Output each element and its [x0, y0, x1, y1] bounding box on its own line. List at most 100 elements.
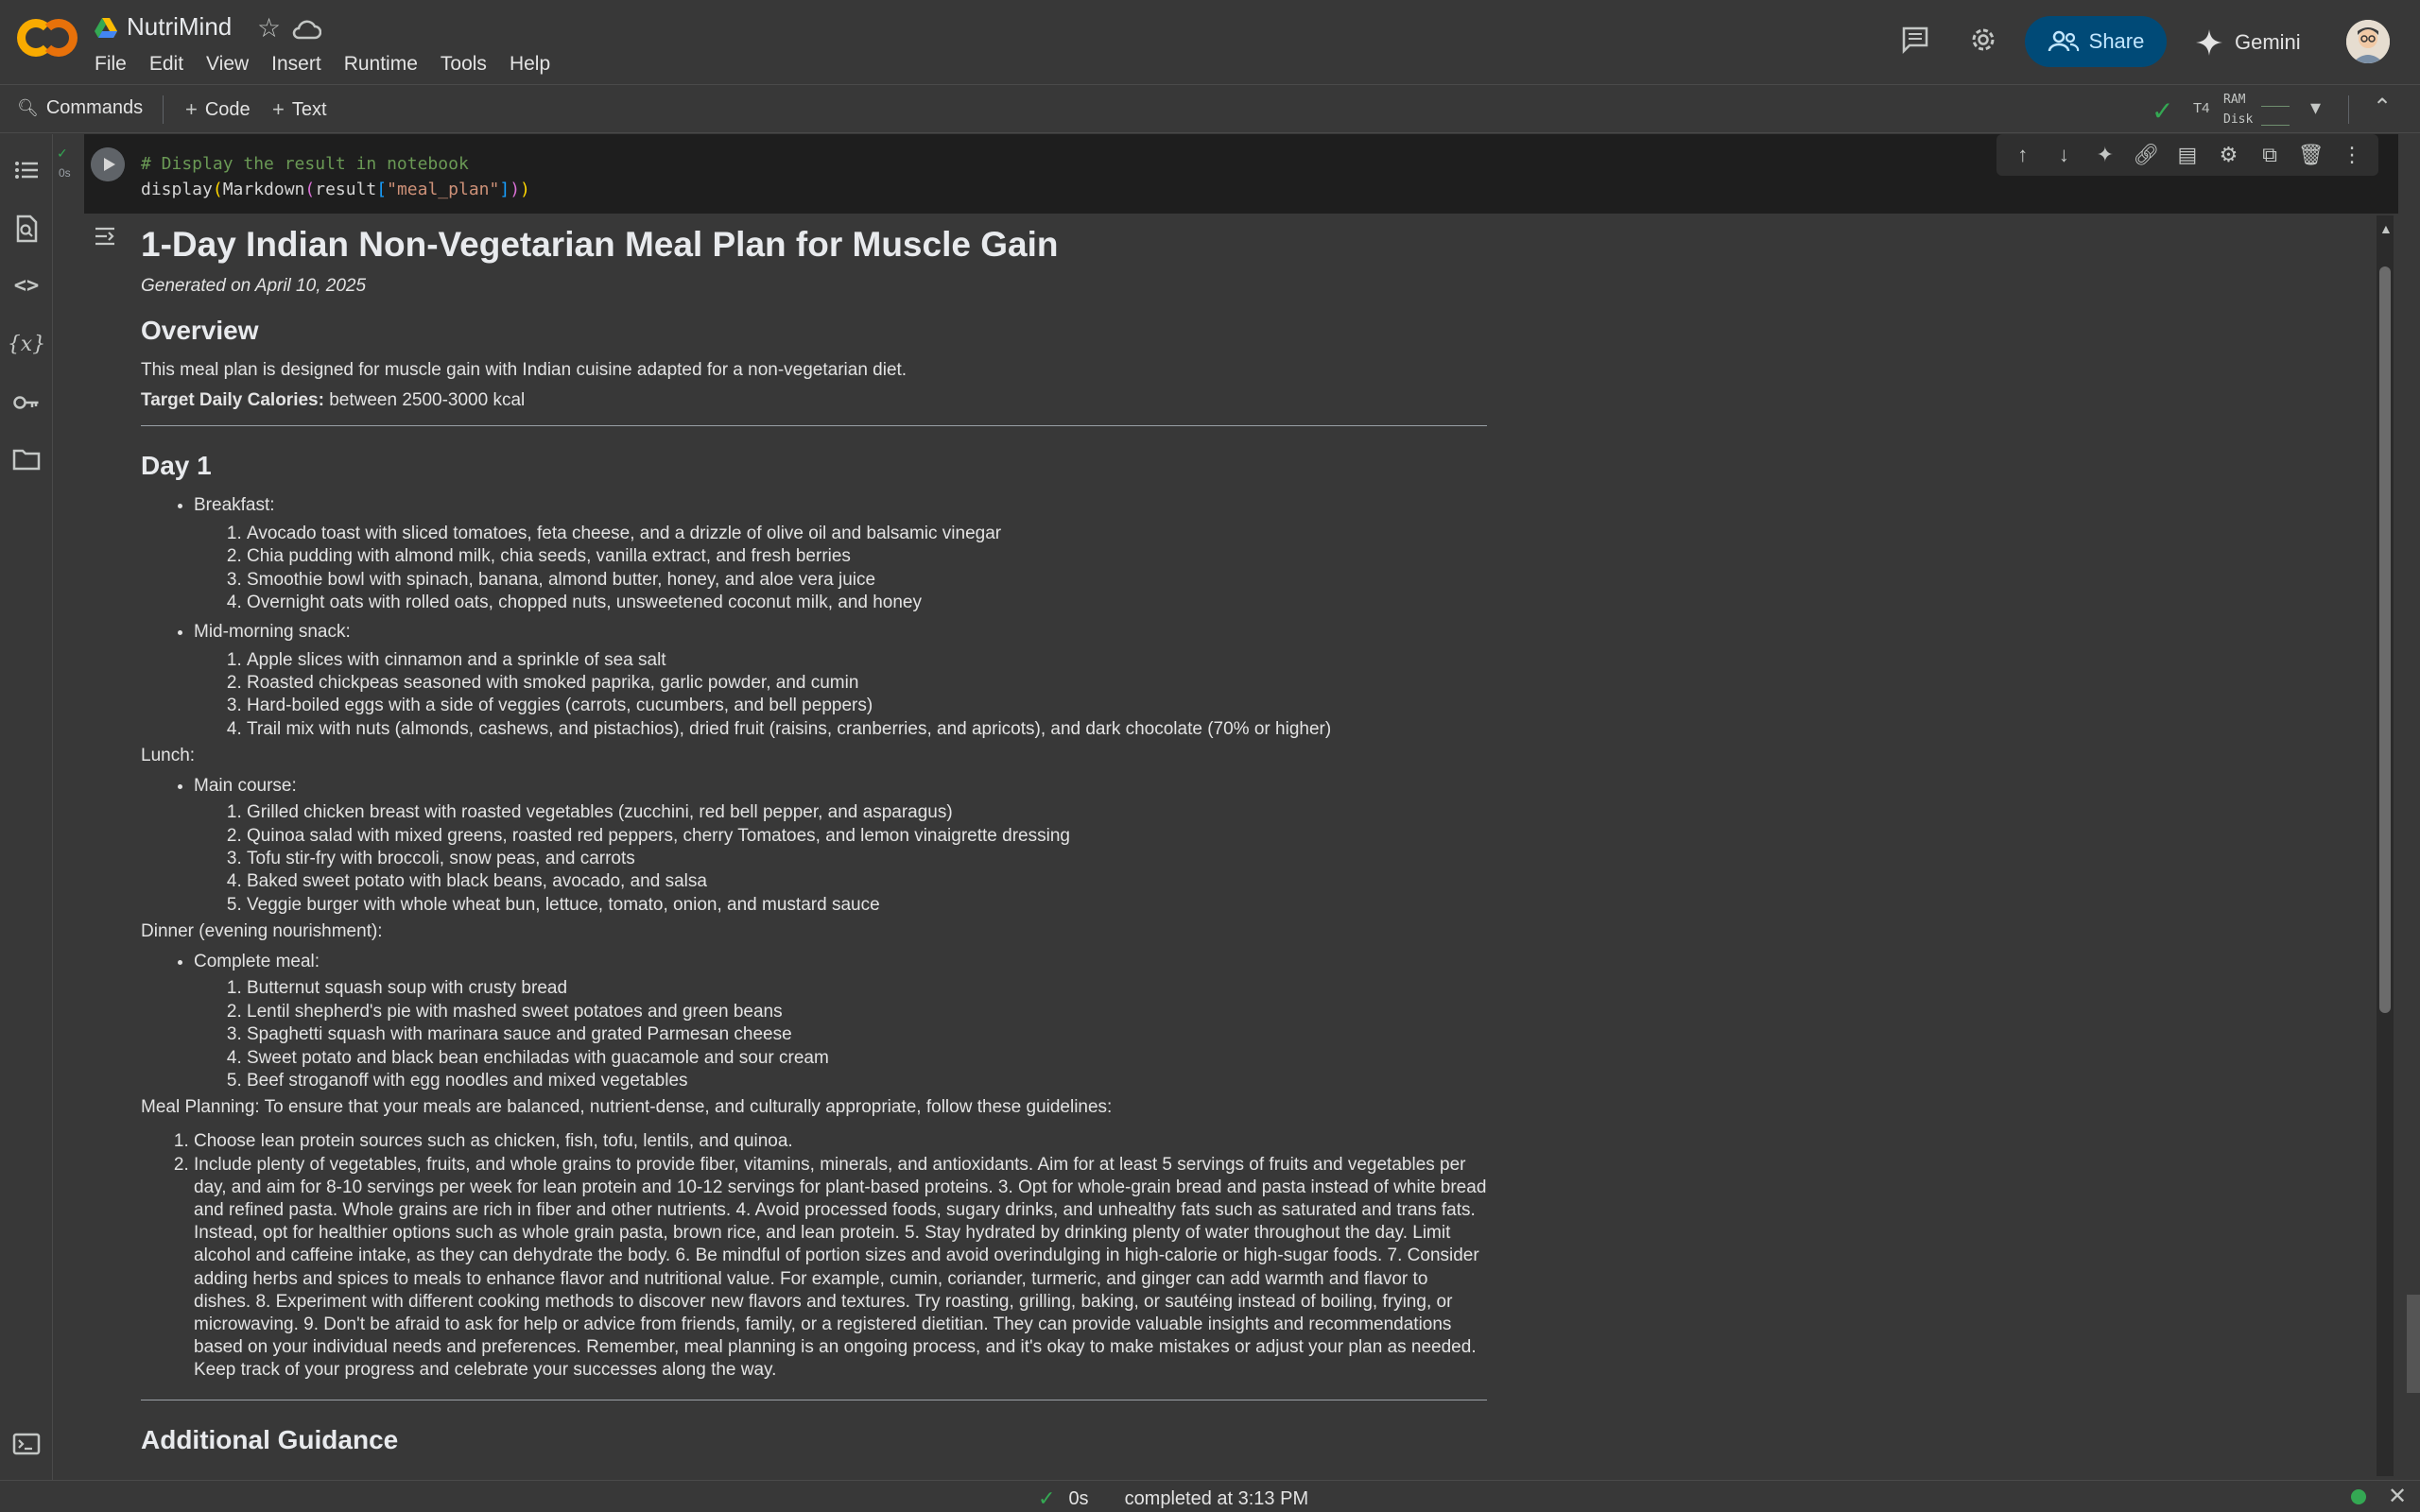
list-item: Choose lean protein sources such as chic…: [194, 1130, 1487, 1153]
comment-icon[interactable]: ▤: [2170, 143, 2204, 167]
output-actions-icon[interactable]: [92, 223, 118, 249]
list-item: Apple slices with cinnamon and a sprinkl…: [247, 649, 1487, 672]
commands-button[interactable]: 🔍︎ Commands: [17, 97, 143, 119]
list-item: Hard-boiled eggs with a side of veggies …: [247, 695, 1487, 717]
dinner-list: Butternut squash soup with crusty bread …: [194, 977, 1487, 1092]
commands-label: Commands: [45, 97, 144, 118]
lunch-label: Lunch:: [141, 746, 196, 766]
list-item: Beef stroganoff with egg noodles and mix…: [247, 1070, 1487, 1092]
list-item: Trail mix with nuts (almonds, cashews, a…: [247, 718, 1487, 741]
comments-icon[interactable]: [1896, 21, 1934, 59]
notebook-toolbar: 🔍︎ Commands + Code + Text ✓ T4 RAM Disk …: [0, 86, 2420, 133]
star-icon[interactable]: ☆: [257, 13, 281, 43]
share-button[interactable]: Share: [2025, 16, 2167, 67]
list-item: Spaghetti squash with marinara sauce and…: [247, 1023, 1487, 1046]
list-item: Grilled chicken breast with roasted vege…: [247, 801, 1487, 824]
success-check-icon: ✓: [1038, 1486, 1056, 1510]
list-item: Smoothie bowl with spinach, banana, almo…: [247, 569, 1487, 592]
list-item: Sweet potato and black bean enchiladas w…: [247, 1047, 1487, 1070]
move-down-icon[interactable]: ↓: [2047, 143, 2081, 167]
move-up-icon[interactable]: ↑: [2006, 143, 2040, 167]
list-item: Veggie burger with whole wheat bun, lett…: [247, 894, 1487, 917]
list-item: Butternut squash soup with crusty bread: [247, 977, 1487, 1000]
table-of-contents-icon[interactable]: [11, 155, 42, 185]
dinner-section: Complete meal: Butternut squash soup wit…: [141, 947, 1487, 1092]
files-folder-icon[interactable]: [11, 444, 42, 474]
link-icon[interactable]: 🔗︎: [2129, 143, 2163, 167]
notebook-title[interactable]: NutriMind: [127, 12, 232, 42]
list-item: Include plenty of vegetables, fruits, an…: [194, 1154, 1487, 1383]
runtime-type[interactable]: T4: [2193, 100, 2210, 116]
complete-meal-label: Complete meal:: [194, 952, 320, 972]
secrets-key-icon[interactable]: [11, 387, 42, 418]
main-course-label: Main course:: [194, 776, 297, 797]
user-avatar-icon: [2346, 20, 2390, 63]
page-scroll-indicator[interactable]: [2407, 1295, 2420, 1393]
more-vert-icon[interactable]: ⋮: [2335, 143, 2369, 167]
calories-value: between 2500-3000 kcal: [329, 390, 526, 410]
list-item: Tofu stir-fry with broccoli, snow peas, …: [247, 848, 1487, 870]
menu-runtime[interactable]: Runtime: [344, 53, 418, 76]
plus-icon: +: [185, 97, 198, 121]
code-fn: display: [141, 180, 213, 199]
connected-check-icon[interactable]: ✓: [2152, 95, 2173, 127]
list-item: Overnight oats with rolled oats, chopped…: [247, 592, 1487, 614]
snack-list: Apple slices with cinnamon and a sprinkl…: [194, 649, 1487, 742]
terminal-icon[interactable]: [11, 1429, 42, 1459]
scrollbar-thumb[interactable]: [2379, 266, 2391, 1013]
find-replace-icon[interactable]: [11, 214, 42, 244]
chevron-down-icon[interactable]: ▾: [2310, 95, 2321, 120]
overview-text: This meal plan is designed for muscle ga…: [141, 360, 908, 380]
code-editor[interactable]: # Display the result in notebook display…: [141, 151, 530, 202]
lunch-list: Grilled chicken breast with roasted vege…: [194, 801, 1487, 917]
generated-date: Generated on April 10, 2025: [141, 276, 367, 296]
add-code-label: Code: [204, 98, 251, 120]
close-icon[interactable]: ✕: [2388, 1483, 2407, 1510]
status-duration: 0s: [1068, 1487, 1089, 1509]
gemini-label: Gemini: [2235, 30, 2301, 54]
settings-gear-icon[interactable]: ⚙: [2212, 143, 2246, 167]
add-code-button[interactable]: + Code: [185, 97, 251, 122]
snack-label: Mid-morning snack:: [194, 621, 351, 642]
divider: [141, 425, 1487, 426]
avatar[interactable]: [2346, 20, 2390, 63]
list-item: Complete meal: Butternut squash soup wit…: [194, 947, 1487, 1092]
dinner-label: Dinner (evening nourishment):: [141, 921, 383, 942]
code-markdown: Markdown: [222, 180, 305, 199]
search-icon: 🔍︎: [17, 98, 39, 117]
execution-status[interactable]: ✓ 0s completed at 3:13 PM: [1038, 1486, 1308, 1511]
left-sidebar: <> {x}: [0, 134, 53, 1480]
scroll-up-arrow-icon[interactable]: ▲: [2379, 221, 2393, 236]
list-item: Baked sweet potato with black beans, avo…: [247, 870, 1487, 893]
resource-monitor[interactable]: RAM Disk: [2223, 90, 2253, 129]
code-key: "meal_plan": [387, 180, 500, 199]
planning-section: Choose lean protein sources such as chic…: [141, 1130, 1487, 1382]
disk-label: Disk: [2223, 112, 2254, 127]
additional-guidance-heading: Additional Guidance: [141, 1424, 399, 1454]
code-snippets-icon[interactable]: <>: [11, 270, 42, 301]
gemini-sparkle-icon[interactable]: ✦: [2088, 143, 2122, 167]
menu-tools[interactable]: Tools: [441, 53, 487, 76]
target-calories: Target Daily Calories: between 2500-3000…: [141, 386, 1487, 416]
menu-help[interactable]: Help: [510, 53, 550, 76]
add-text-button[interactable]: + Text: [272, 97, 327, 122]
colab-logo[interactable]: [17, 19, 78, 57]
collapse-header-icon[interactable]: ⌃: [2373, 94, 2392, 121]
menu-view[interactable]: View: [206, 53, 249, 76]
add-text-label: Text: [291, 98, 327, 120]
menu-file[interactable]: File: [95, 53, 127, 76]
code-result: result: [315, 180, 377, 199]
run-cell-button[interactable]: [91, 147, 125, 181]
gemini-button[interactable]: Gemini: [2195, 22, 2301, 63]
list-item: Chia pudding with almond milk, chia seed…: [247, 545, 1487, 568]
list-item: Roasted chickpeas seasoned with smoked p…: [247, 672, 1487, 695]
mirror-cell-icon[interactable]: ⧉: [2253, 143, 2287, 167]
cloud-saved-icon[interactable]: [291, 17, 321, 42]
menu-insert[interactable]: Insert: [271, 53, 321, 76]
cell-toolbar: ↑ ↓ ✦ 🔗︎ ▤ ⚙ ⧉ 🗑︎ ⋮: [1996, 134, 2378, 176]
settings-gear-icon[interactable]: [1964, 21, 2002, 59]
menu-edit[interactable]: Edit: [149, 53, 183, 76]
variables-icon[interactable]: {x}: [8, 329, 45, 359]
list-item: Main course: Grilled chicken breast with…: [194, 771, 1487, 917]
delete-icon[interactable]: 🗑︎: [2294, 143, 2328, 167]
